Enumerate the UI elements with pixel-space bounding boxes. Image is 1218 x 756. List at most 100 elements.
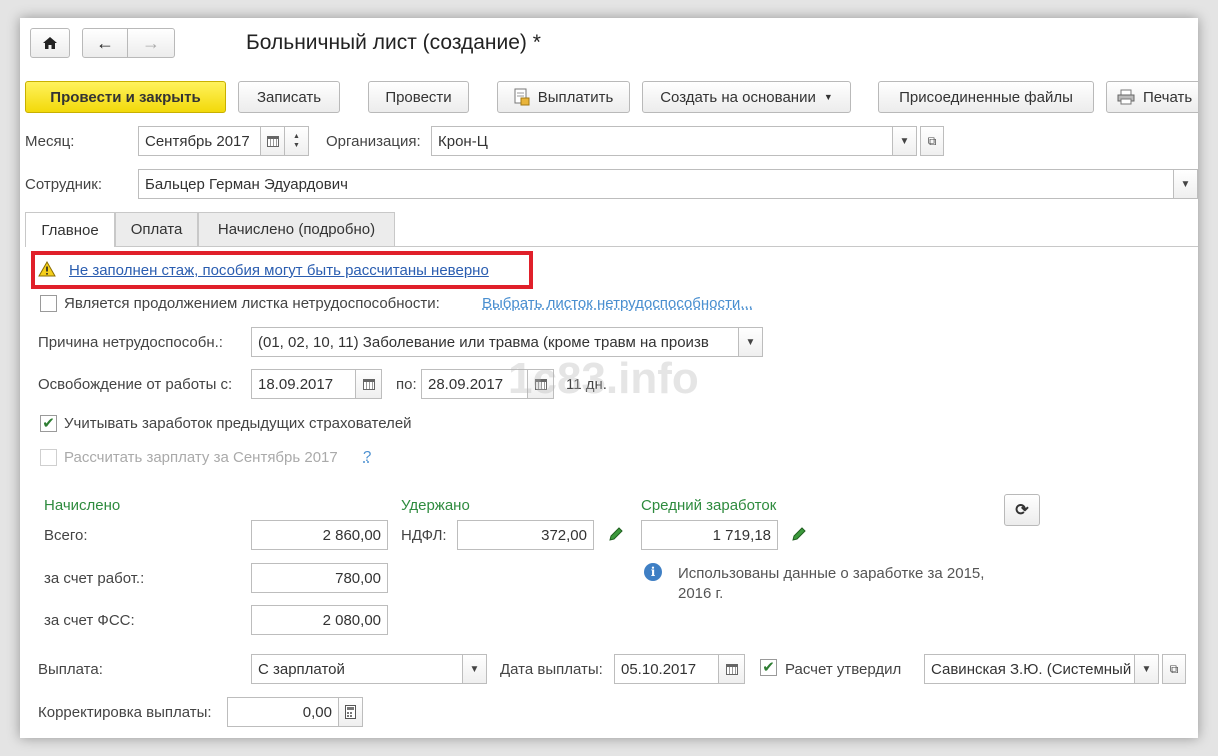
correction-input[interactable]: 0,00 xyxy=(227,697,339,727)
total-value: 2 860,00 xyxy=(251,520,388,550)
fss-value: 2 080,00 xyxy=(251,605,388,635)
calc-salary-label: Рассчитать зарплату за Сентябрь 2017 xyxy=(64,449,338,466)
pencil-icon xyxy=(792,527,806,541)
warning-icon xyxy=(38,260,56,281)
reason-input[interactable]: (01, 02, 10, 11) Заболевание или травма … xyxy=(251,327,739,357)
create-based-on-button[interactable]: Создать на основании ▼ xyxy=(642,81,851,113)
employee-dropdown-button[interactable]: ▼ xyxy=(1174,169,1198,199)
home-icon xyxy=(43,37,57,49)
date-from-input[interactable]: 18.09.2017 xyxy=(251,369,356,399)
calc-salary-checkbox[interactable] xyxy=(40,449,57,466)
calculator-icon xyxy=(345,705,356,719)
pay-label: Выплатить xyxy=(537,88,614,106)
printer-icon xyxy=(1117,89,1135,105)
total-label: Всего: xyxy=(44,527,88,544)
step-down-icon: ▼ xyxy=(293,142,300,149)
payment-dropdown-button[interactable]: ▼ xyxy=(463,654,487,684)
approver-open-button[interactable]: ⧉ xyxy=(1162,654,1186,684)
chevron-down-icon: ▼ xyxy=(823,92,833,102)
average-heading: Средний заработок xyxy=(641,497,777,514)
tab-divider xyxy=(25,246,1198,247)
print-label: Печать xyxy=(1143,88,1193,106)
average-edit-button[interactable] xyxy=(791,526,807,546)
organization-label: Организация: xyxy=(326,133,421,150)
approver-dropdown-button[interactable]: ▼ xyxy=(1135,654,1159,684)
arrow-right-icon: → xyxy=(142,32,160,53)
employee-input[interactable]: Бальцер Герман Эдуардович xyxy=(138,169,1174,199)
organization-open-button[interactable]: ⧉ xyxy=(920,126,944,156)
month-input[interactable]: Сентябрь 2017 xyxy=(138,126,261,156)
calendar-icon xyxy=(266,135,279,147)
document-window: ← → Больничный лист (создание) * Провест… xyxy=(20,18,1198,738)
attached-files-button[interactable]: Присоединенные файлы xyxy=(878,81,1094,113)
reason-dropdown-button[interactable]: ▼ xyxy=(739,327,763,357)
calendar-icon xyxy=(725,663,738,675)
post-button[interactable]: Провести xyxy=(368,81,469,113)
chevron-down-icon: ▼ xyxy=(469,663,480,675)
document-money-icon xyxy=(514,88,530,106)
home-button[interactable] xyxy=(30,28,70,58)
average-info-text: Использованы данные о заработке за 2015,… xyxy=(678,565,985,602)
correction-calculator-button[interactable] xyxy=(339,697,363,727)
ndfl-value: 372,00 xyxy=(457,520,594,550)
continuation-checkbox[interactable] xyxy=(40,295,57,312)
employee-label: Сотрудник: xyxy=(25,176,103,193)
chevron-down-icon: ▼ xyxy=(899,135,910,147)
accrued-heading: Начислено xyxy=(44,497,121,514)
payment-label: Выплата: xyxy=(38,661,103,678)
back-button[interactable]: ← xyxy=(82,28,128,58)
tab-main[interactable]: Главное xyxy=(25,212,115,247)
date-from-calendar-button[interactable] xyxy=(356,369,382,399)
payment-date-label: Дата выплаты: xyxy=(500,661,603,678)
release-label: Освобождение от работы с: xyxy=(38,376,233,393)
select-sick-leave-link[interactable]: Выбрать листок нетрудоспособности... xyxy=(482,295,753,312)
open-window-icon: ⧉ xyxy=(1169,661,1179,676)
checkmark-icon: ✔ xyxy=(762,659,775,676)
payment-date-input[interactable]: 05.10.2017 xyxy=(614,654,719,684)
checkmark-icon: ✔ xyxy=(42,415,55,432)
average-value: 1 719,18 xyxy=(641,520,778,550)
post-and-close-button[interactable]: Провести и закрыть xyxy=(25,81,226,113)
tab-accrued-detailed[interactable]: Начислено (подробно) xyxy=(198,212,395,246)
month-stepper[interactable]: ▲ ▼ xyxy=(285,126,309,156)
arrow-left-icon: ← xyxy=(96,32,114,53)
employer-label: за счет работ.: xyxy=(44,570,145,587)
calc-salary-help-link[interactable]: ? xyxy=(363,448,371,465)
organization-input[interactable]: Крон-Ц xyxy=(431,126,893,156)
forward-button[interactable]: → xyxy=(127,28,175,58)
payment-date-calendar-button[interactable] xyxy=(719,654,745,684)
tab-payment[interactable]: Оплата xyxy=(115,212,198,246)
organization-dropdown-button[interactable]: ▼ xyxy=(893,126,917,156)
pencil-icon xyxy=(609,527,623,541)
save-button[interactable]: Записать xyxy=(238,81,340,113)
withheld-heading: Удержано xyxy=(401,497,470,514)
step-up-icon: ▲ xyxy=(293,133,300,140)
fss-label: за счет ФСС: xyxy=(44,612,135,629)
page-title: Больничный лист (создание) * xyxy=(246,31,541,54)
payment-input[interactable]: С зарплатой xyxy=(251,654,463,684)
print-button[interactable]: Печать xyxy=(1106,81,1198,113)
month-label: Месяц: xyxy=(25,133,75,150)
create-based-on-label: Создать на основании xyxy=(660,88,816,106)
calendar-icon xyxy=(362,378,375,390)
date-to-label: по: xyxy=(396,376,417,393)
open-window-icon: ⧉ xyxy=(927,133,937,148)
pay-button[interactable]: Выплатить xyxy=(497,81,630,113)
chevron-down-icon: ▼ xyxy=(1141,663,1152,675)
refresh-icon: ⟳ xyxy=(1015,502,1029,519)
warning-link[interactable]: Не заполнен стаж, пособия могут быть рас… xyxy=(69,262,489,279)
month-calendar-button[interactable] xyxy=(261,126,285,156)
refresh-button[interactable]: ⟳ xyxy=(1004,494,1040,526)
approved-label: Расчет утвердил xyxy=(785,661,902,678)
chevron-down-icon: ▼ xyxy=(745,336,756,348)
ndfl-edit-button[interactable] xyxy=(608,526,624,546)
reason-label: Причина нетрудоспособн.: xyxy=(38,334,223,351)
prev-insurers-label: Учитывать заработок предыдущих страховат… xyxy=(64,415,412,432)
correction-label: Корректировка выплаты: xyxy=(38,704,212,721)
approver-input[interactable]: Савинская З.Ю. (Системный xyxy=(924,654,1135,684)
chevron-down-icon: ▼ xyxy=(1180,178,1191,190)
ndfl-label: НДФЛ: xyxy=(401,527,447,544)
prev-insurers-checkbox[interactable]: ✔ xyxy=(40,415,57,432)
approved-checkbox[interactable]: ✔ xyxy=(760,659,777,676)
continuation-label: Является продолжением листка нетрудоспос… xyxy=(64,295,440,312)
